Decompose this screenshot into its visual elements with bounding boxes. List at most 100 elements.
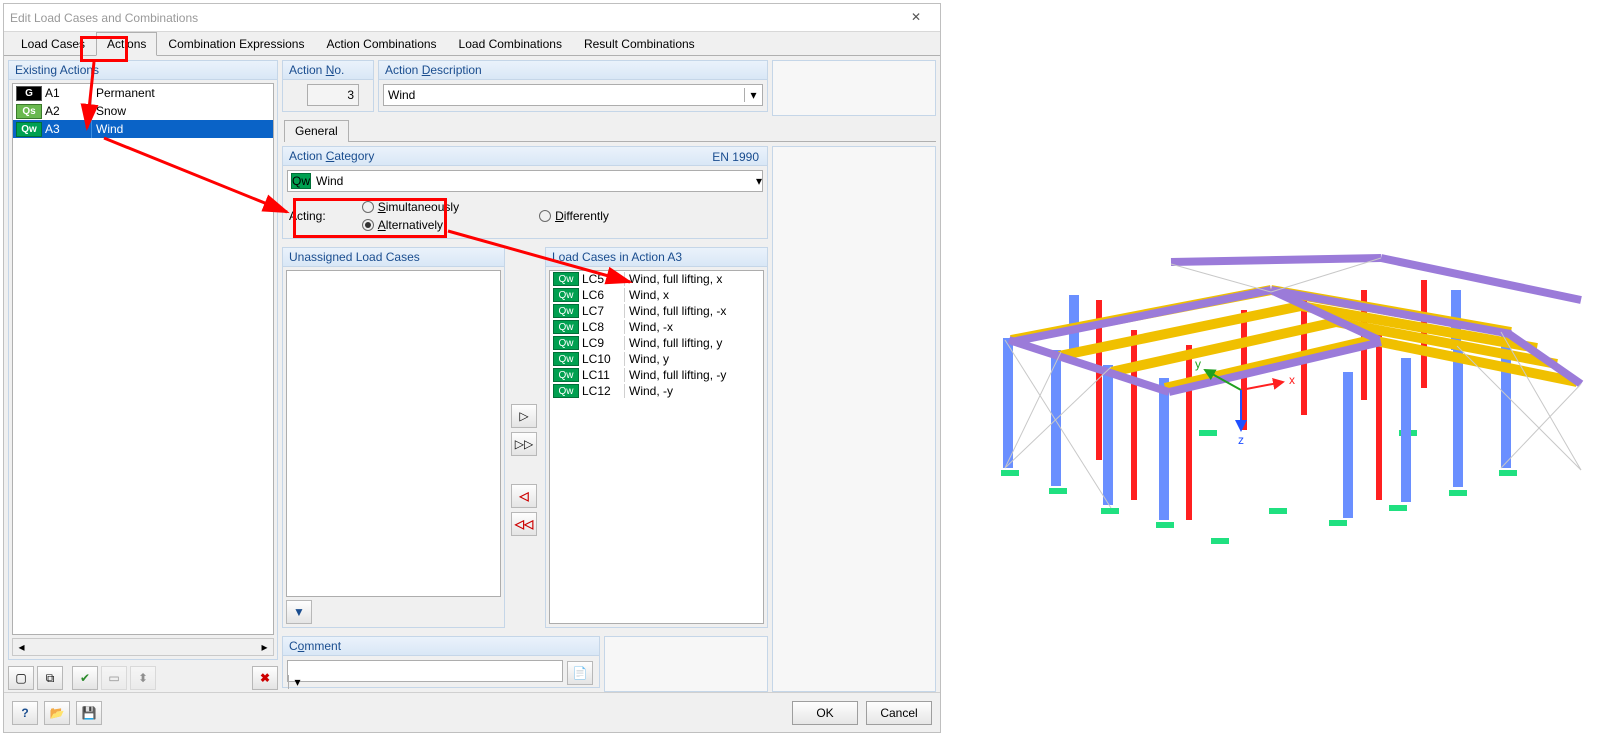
loadcase-row-lc8[interactable]: QwLC8Wind, -x — [550, 319, 763, 335]
move-all-left-button[interactable]: ◁◁ — [511, 512, 537, 536]
loadcase-name: Wind, full lifting, x — [624, 272, 763, 286]
action-badge-icon: G — [16, 86, 42, 101]
wind-badge-icon: Qw — [553, 272, 579, 286]
panel-existing-actions: Existing Actions GA1PermanentQsA2SnowQwA… — [8, 60, 278, 692]
action-category-norm: EN 1990 — [712, 150, 759, 164]
tab-load-cases[interactable]: Load Cases — [10, 32, 96, 55]
wind-badge-icon: Qw — [553, 288, 579, 302]
action-badge-icon: Qw — [16, 122, 42, 137]
move-right-button[interactable]: ▷ — [511, 404, 537, 428]
action-category-combo[interactable]: Qw Wind ▾ — [287, 170, 763, 192]
action-name: Wind — [91, 120, 273, 138]
loadcase-name: Wind, x — [624, 288, 763, 302]
pick-icon: 📄 — [573, 666, 588, 680]
action-row-a2[interactable]: QsA2Snow — [13, 102, 273, 120]
action-category-label: Action Category — [283, 147, 767, 166]
action-no-label: Action No. — [283, 61, 373, 80]
loadcase-id: LC11 — [582, 368, 624, 382]
dropdown-icon: ▾ — [756, 174, 762, 188]
loadcase-row-lc5[interactable]: QwLC5Wind, full lifting, x — [550, 271, 763, 287]
action-name: Snow — [91, 102, 273, 120]
loadcase-id: LC10 — [582, 352, 624, 366]
dialog-button-bar: ? 📂 💾 OK Cancel — [4, 692, 940, 732]
comment-pick-button[interactable]: 📄 — [567, 661, 593, 685]
axis-y-label: y — [1195, 357, 1201, 371]
delete-button[interactable]: ✖ — [252, 666, 278, 690]
filter-icon: ▼ — [293, 605, 305, 619]
radio-differently[interactable]: Differently — [539, 209, 609, 223]
help-icon: ? — [21, 706, 28, 720]
new-action-button[interactable]: ▢ — [8, 666, 34, 690]
loadcase-name: Wind, full lifting, y — [624, 336, 763, 350]
comment-label: Comment — [283, 637, 599, 656]
tab-load-combinations[interactable]: Load Combinations — [448, 32, 573, 55]
axis-x-label: x — [1289, 373, 1295, 387]
tabstrip: Load CasesActionsCombination Expressions… — [4, 32, 940, 56]
loadcase-row-lc9[interactable]: QwLC9Wind, full lifting, y — [550, 335, 763, 351]
save-button[interactable]: 💾 — [76, 701, 102, 725]
action-id: A2 — [45, 104, 91, 118]
loadcase-row-lc10[interactable]: QwLC10Wind, y — [550, 351, 763, 367]
action-desc-label: Action Description — [379, 61, 767, 80]
loadcase-row-lc12[interactable]: QwLC12Wind, -y — [550, 383, 763, 399]
actions-toolbar: ▢ ⧉ ✔ ▭ ⬍ ✖ — [8, 664, 278, 692]
filter-button[interactable]: ▼ — [286, 600, 312, 624]
copy-action-button[interactable]: ⧉ — [37, 666, 63, 690]
placeholder-panel-side — [772, 146, 936, 692]
model-viewport[interactable]: x y z — [941, 0, 1604, 747]
action-name: Permanent — [91, 84, 273, 102]
assigned-list[interactable]: QwLC5Wind, full lifting, xQwLC6Wind, xQw… — [549, 270, 764, 624]
checklist-icon: ✔ — [80, 671, 90, 685]
wind-badge-icon: Qw — [553, 368, 579, 382]
copy-icon: ⧉ — [46, 671, 55, 686]
existing-actions-title: Existing Actions — [9, 61, 277, 80]
horizontal-scrollbar[interactable]: ◂▸ — [12, 638, 274, 656]
loadcase-name: Wind, y — [624, 352, 763, 366]
action-row-a1[interactable]: GA1Permanent — [13, 84, 273, 102]
loadcase-row-lc11[interactable]: QwLC11Wind, full lifting, -y — [550, 367, 763, 383]
tab-action-combinations[interactable]: Action Combinations — [315, 32, 447, 55]
chevron-left-icon: ◁ — [519, 489, 528, 503]
radio-alternatively[interactable]: Alternatively — [362, 218, 459, 232]
acting-label: Acting: — [289, 209, 326, 223]
close-button[interactable]: ✕ — [896, 4, 936, 30]
tab-combination-expressions[interactable]: Combination Expressions — [157, 32, 315, 55]
double-chevron-right-icon: ▷▷ — [515, 437, 533, 451]
loadcase-id: LC9 — [582, 336, 624, 350]
loadcase-id: LC8 — [582, 320, 624, 334]
action-desc-combo[interactable]: Wind ▾ — [383, 84, 763, 106]
loadcase-id: LC5 — [582, 272, 624, 286]
tab-actions[interactable]: Actions — [96, 32, 157, 56]
cancel-button[interactable]: Cancel — [866, 701, 932, 725]
axis-z-label: z — [1238, 433, 1244, 447]
unassigned-list[interactable] — [286, 270, 501, 597]
unassigned-label: Unassigned Load Cases — [283, 248, 504, 267]
save-icon: 💾 — [82, 706, 97, 720]
folder-icon: 📂 — [50, 706, 65, 720]
loadcase-name: Wind, -x — [624, 320, 763, 334]
move-left-button[interactable]: ◁ — [511, 484, 537, 508]
move-all-right-button[interactable]: ▷▷ — [511, 432, 537, 456]
tab-result-combinations[interactable]: Result Combinations — [573, 32, 706, 55]
loadcase-name: Wind, -y — [624, 384, 763, 398]
panel-action-details: Action No. Action Description Wind ▾ Gen… — [282, 60, 936, 692]
loadcase-row-lc7[interactable]: QwLC7Wind, full lifting, -x — [550, 303, 763, 319]
detail-tabs: General — [284, 120, 936, 142]
wind-badge-icon: Qw — [291, 173, 311, 189]
action-id: A3 — [45, 122, 91, 136]
wind-badge-icon: Qw — [553, 320, 579, 334]
check-button[interactable]: ✔ — [72, 666, 98, 690]
wind-badge-icon: Qw — [553, 336, 579, 350]
dialog-edit-load-cases: Edit Load Cases and Combinations ✕ Load … — [3, 3, 941, 733]
existing-actions-list[interactable]: GA1PermanentQsA2SnowQwA3Wind — [12, 83, 274, 635]
action-row-a3[interactable]: QwA3Wind — [13, 120, 273, 138]
help-button[interactable]: ? — [12, 701, 38, 725]
comment-combo[interactable]: ▾ — [287, 660, 563, 682]
radio-simultaneously[interactable]: Simultaneously — [362, 200, 459, 214]
tree-icon: ⬍ — [138, 671, 148, 685]
open-button[interactable]: 📂 — [44, 701, 70, 725]
loadcase-row-lc6[interactable]: QwLC6Wind, x — [550, 287, 763, 303]
action-no-field[interactable] — [307, 84, 359, 106]
ok-button[interactable]: OK — [792, 701, 858, 725]
tab-general[interactable]: General — [284, 120, 349, 142]
